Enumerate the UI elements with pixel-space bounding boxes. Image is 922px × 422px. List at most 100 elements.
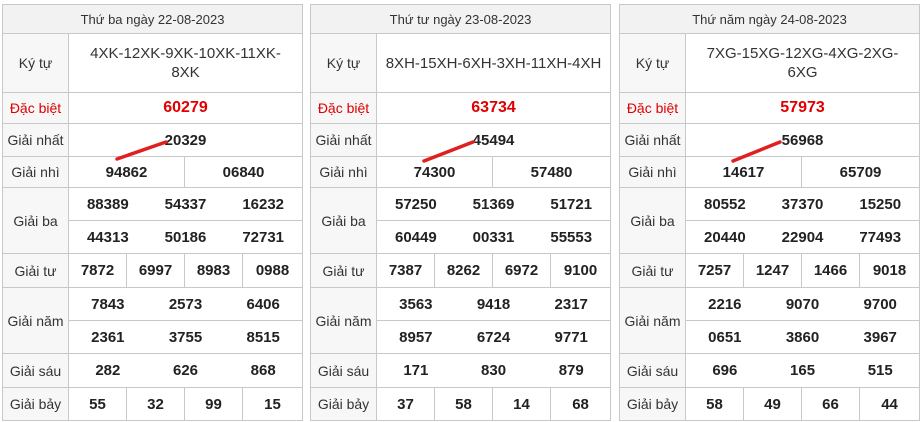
g6-value: 282 xyxy=(95,362,121,379)
g7-value: 37 xyxy=(376,387,435,421)
g1-value: 45494 xyxy=(375,123,612,157)
g3-value: 80552 xyxy=(703,195,746,213)
g5-value: 9700 xyxy=(863,295,897,313)
g5-value: 2361 xyxy=(91,328,125,346)
g5-row: 8957 6724 9771 xyxy=(375,320,612,354)
g4-value: 0988 xyxy=(241,253,304,288)
kytu-value: 8XH-15XH-6XH-3XH-11XH-4XH xyxy=(375,33,612,93)
g6-row: 282 626 868 xyxy=(67,353,304,388)
label-g7: Giải bảy xyxy=(310,387,377,421)
g6-value: 515 xyxy=(867,362,893,379)
result-panel-1: Thứ ba ngày 22-08-2023 Ký tự 4XK-12XK-9X… xyxy=(1,4,304,421)
g7-value: 58 xyxy=(685,387,744,421)
label-g2: Giải nhì xyxy=(619,156,686,188)
g5-value: 3967 xyxy=(863,328,897,346)
g4-value: 1466 xyxy=(801,253,860,288)
dacbiet-value: 57973 xyxy=(684,92,921,124)
g7-value: 14 xyxy=(492,387,551,421)
g5-value: 8957 xyxy=(399,328,433,346)
g5-value: 8515 xyxy=(246,328,280,346)
g4-value: 9018 xyxy=(858,253,921,288)
dacbiet-value: 60279 xyxy=(67,92,304,124)
g6-value: 696 xyxy=(712,362,738,379)
g7-value: 32 xyxy=(126,387,185,421)
g6-row: 171 830 879 xyxy=(375,353,612,388)
g3-value: 51369 xyxy=(472,195,515,213)
g4-value: 6972 xyxy=(492,253,551,288)
g3-value: 88389 xyxy=(86,195,129,213)
g5-value: 6724 xyxy=(476,328,511,346)
label-g3: Giải ba xyxy=(2,187,69,254)
label-g5: Giải năm xyxy=(619,287,686,354)
kytu-value: 4XK-12XK-9XK-10XK-11XK-8XK xyxy=(67,33,304,93)
label-g6: Giải sáu xyxy=(310,353,377,388)
g2-value: 74300 xyxy=(376,156,493,188)
g7-value: 68 xyxy=(549,387,612,421)
label-g1: Giải nhất xyxy=(310,123,377,157)
g5-value: 9070 xyxy=(785,295,820,313)
g3-value: 51721 xyxy=(550,195,593,213)
g5-row: 3563 9418 2317 xyxy=(375,287,612,321)
panel-date: Thứ năm ngày 24-08-2023 xyxy=(618,4,921,34)
result-table: Thứ năm ngày 24-08-2023 Ký tự 7XG-15XG-1… xyxy=(618,4,921,421)
label-kytu: Ký tự xyxy=(2,33,69,93)
g5-value: 0651 xyxy=(708,328,742,346)
label-g4: Giải tư xyxy=(2,253,69,288)
g6-value: 165 xyxy=(790,362,816,379)
g3-row: 44313 50186 72731 xyxy=(67,220,304,254)
g5-value: 6406 xyxy=(246,295,280,313)
g3-value: 16232 xyxy=(242,195,285,213)
label-dacbiet: Đặc biệt xyxy=(2,92,69,124)
g4-value: 6997 xyxy=(126,253,185,288)
label-g1: Giải nhất xyxy=(619,123,686,157)
g4-value: 8983 xyxy=(184,253,243,288)
g5-row: 2216 9070 9700 xyxy=(684,287,921,321)
label-kytu: Ký tự xyxy=(310,33,377,93)
g7-value: 15 xyxy=(241,387,304,421)
label-g6: Giải sáu xyxy=(2,353,69,388)
g5-value: 2216 xyxy=(708,295,742,313)
g7-value: 49 xyxy=(743,387,802,421)
g1-value: 56968 xyxy=(684,123,921,157)
g7-value: 44 xyxy=(858,387,921,421)
g1-value: 20329 xyxy=(67,123,304,157)
g3-value: 20440 xyxy=(703,228,746,246)
label-dacbiet: Đặc biệt xyxy=(310,92,377,124)
results-page: Thứ ba ngày 22-08-2023 Ký tự 4XK-12XK-9X… xyxy=(0,0,922,422)
g7-value: 99 xyxy=(184,387,243,421)
panel-date: Thứ ba ngày 22-08-2023 xyxy=(1,4,304,34)
g3-value: 54337 xyxy=(164,195,207,213)
g5-row: 0651 3860 3967 xyxy=(684,320,921,354)
g4-value: 7872 xyxy=(68,253,127,288)
g7-value: 66 xyxy=(801,387,860,421)
g6-row: 696 165 515 xyxy=(684,353,921,388)
g4-value: 7257 xyxy=(685,253,744,288)
g5-value: 7843 xyxy=(91,295,125,313)
label-kytu: Ký tự xyxy=(619,33,686,93)
label-g5: Giải năm xyxy=(2,287,69,354)
result-table: Thứ tư ngày 23-08-2023 Ký tự 8XH-15XH-6X… xyxy=(309,4,612,421)
g7-value: 58 xyxy=(434,387,493,421)
label-g2: Giải nhì xyxy=(310,156,377,188)
label-g7: Giải bảy xyxy=(2,387,69,421)
label-g3: Giải ba xyxy=(619,187,686,254)
label-g2: Giải nhì xyxy=(2,156,69,188)
result-table: Thứ ba ngày 22-08-2023 Ký tự 4XK-12XK-9X… xyxy=(1,4,304,421)
g3-value: 00331 xyxy=(472,228,515,246)
g3-value: 37370 xyxy=(781,195,824,213)
g4-value: 7387 xyxy=(376,253,435,288)
g5-row: 2361 3755 8515 xyxy=(67,320,304,354)
g5-value: 3755 xyxy=(168,328,203,346)
label-g6: Giải sáu xyxy=(619,353,686,388)
g3-value: 60449 xyxy=(394,228,437,246)
g4-value: 1247 xyxy=(743,253,802,288)
g5-value: 9418 xyxy=(476,295,511,313)
g3-row: 20440 22904 77493 xyxy=(684,220,921,254)
kytu-value: 7XG-15XG-12XG-4XG-2XG-6XG xyxy=(684,33,921,93)
g5-value: 2317 xyxy=(554,295,588,313)
g2-value: 57480 xyxy=(491,156,612,188)
g6-value: 830 xyxy=(481,362,507,379)
label-g7: Giải bảy xyxy=(619,387,686,421)
g5-value: 3860 xyxy=(785,328,820,346)
g3-value: 72731 xyxy=(242,228,285,246)
